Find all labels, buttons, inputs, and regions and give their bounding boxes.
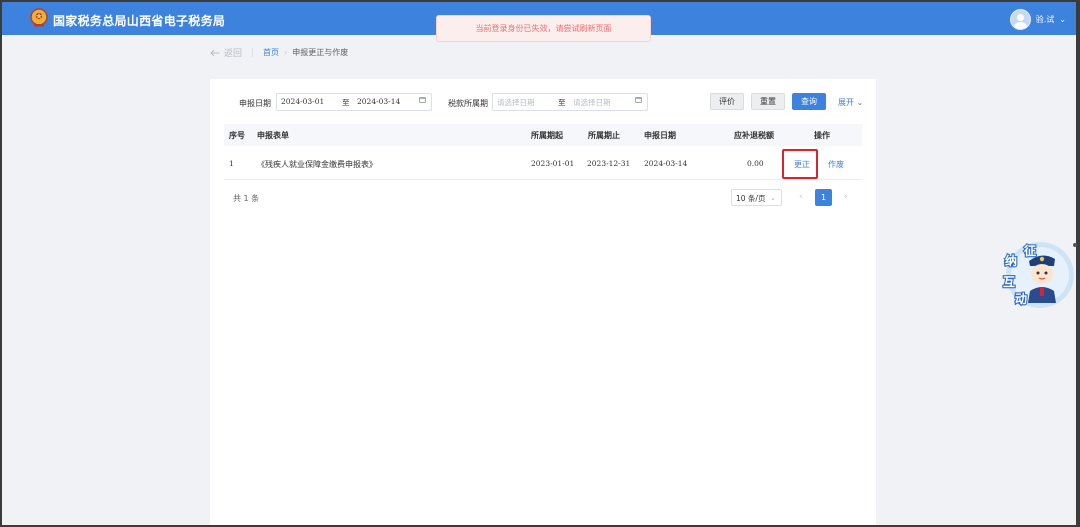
row-declare-date: 2024-03-14 bbox=[644, 159, 688, 168]
back-label: 返回 bbox=[224, 49, 243, 59]
query-button[interactable]: 查询 bbox=[792, 93, 826, 110]
mascot-char-4: 动 bbox=[1015, 292, 1027, 306]
period-end-input[interactable]: 请选择日期 bbox=[573, 97, 611, 108]
next-page-button[interactable]: › bbox=[844, 192, 848, 202]
col-period-start: 所属期起 bbox=[531, 131, 563, 140]
table-header: 序号 申报表单 所属期起 所属期止 申报日期 应补退税额 操作 bbox=[224, 124, 862, 146]
back-link[interactable]: 返回 bbox=[210, 46, 242, 59]
correct-highlight-box bbox=[782, 149, 818, 179]
chevron-down-icon: ⌄ bbox=[770, 194, 776, 202]
range-separator: 至 bbox=[342, 98, 350, 107]
user-avatar-icon bbox=[1009, 9, 1031, 30]
col-form: 申报表单 bbox=[257, 131, 289, 140]
table-row: 1 《残疾人就业保障金缴费申报表》 2023-01-01 2023-12-31 … bbox=[224, 147, 862, 180]
range-separator: 至 bbox=[558, 98, 566, 107]
page-1-button[interactable]: 1 bbox=[815, 189, 832, 206]
app-title: 国家税务总局山西省电子税务局 bbox=[53, 14, 226, 28]
mascot-char-2: 纳 bbox=[1005, 253, 1017, 268]
expand-toggle[interactable]: 展开 ⌄ bbox=[838, 97, 863, 108]
calendar-icon bbox=[635, 97, 642, 103]
declare-end-date[interactable]: 2024-03-14 bbox=[357, 97, 400, 106]
calendar-icon bbox=[419, 97, 426, 103]
declare-date-range-picker[interactable]: 2024-03-01 至 2024-03-14 bbox=[276, 93, 432, 111]
arrow-left-icon bbox=[210, 49, 220, 56]
col-action: 操作 bbox=[814, 131, 830, 140]
row-index: 1 bbox=[229, 159, 234, 168]
tax-period-range-picker[interactable]: 请选择日期 至 请选择日期 bbox=[492, 93, 648, 111]
tax-period-label: 税款所属期 bbox=[448, 99, 488, 108]
user-menu[interactable]: 验.试 ⌄ bbox=[1009, 9, 1066, 30]
chevron-down-icon: ⌄ bbox=[1059, 15, 1066, 24]
declare-start-date[interactable]: 2024-03-01 bbox=[281, 97, 324, 106]
mascot-char-1: 征 bbox=[1024, 243, 1036, 258]
page-size-select[interactable]: 10 条/页 ⌄ bbox=[731, 189, 782, 206]
breadcrumb-separator: › bbox=[284, 48, 288, 57]
user-name: 验.试 bbox=[1035, 15, 1055, 24]
breadcrumb-divider bbox=[252, 48, 254, 57]
row-amount: 0.00 bbox=[747, 159, 764, 168]
main-panel: 申报日期 2024-03-01 至 2024-03-14 税款所属期 请选择日期… bbox=[210, 79, 876, 525]
col-index: 序号 bbox=[229, 131, 245, 140]
breadcrumb-home-link[interactable]: 首页 bbox=[263, 47, 279, 58]
col-amount: 应补退税额 bbox=[734, 131, 774, 140]
browser-viewport: 国家税务总局山西省电子税务局 验.试 ⌄ 当前登录身份已失效，请尝试刷新页面 返… bbox=[2, 2, 1076, 525]
session-expired-toast: 当前登录身份已失效，请尝试刷新页面 bbox=[436, 15, 651, 42]
page-size-value: 10 条/页 bbox=[736, 194, 766, 203]
interaction-mascot-widget[interactable]: 征 纳 互 动 bbox=[1000, 239, 1074, 309]
period-start-input[interactable]: 请选择日期 bbox=[497, 97, 535, 108]
col-declare-date: 申报日期 bbox=[644, 131, 676, 140]
breadcrumb: 返回 首页 › 申报更正与作废 bbox=[210, 46, 348, 59]
scrollbar-handle[interactable] bbox=[1073, 243, 1077, 247]
tax-emblem-icon bbox=[30, 8, 48, 27]
declare-date-label: 申报日期 bbox=[239, 99, 271, 108]
row-period-start: 2023-01-01 bbox=[531, 159, 575, 168]
evaluate-button[interactable]: 评价 bbox=[710, 93, 744, 110]
reset-button[interactable]: 重置 bbox=[751, 93, 785, 110]
void-link[interactable]: 作废 bbox=[828, 159, 844, 170]
row-period-end: 2023-12-31 bbox=[587, 159, 631, 168]
mascot-char-3: 互 bbox=[1003, 275, 1015, 289]
prev-page-button[interactable]: ‹ bbox=[799, 192, 803, 202]
breadcrumb-current: 申报更正与作废 bbox=[292, 48, 349, 57]
col-period-end: 所属期止 bbox=[588, 131, 620, 140]
total-count: 共 1 条 bbox=[233, 194, 260, 203]
row-form-name: 《残疾人就业保障金缴费申报表》 bbox=[257, 160, 377, 169]
